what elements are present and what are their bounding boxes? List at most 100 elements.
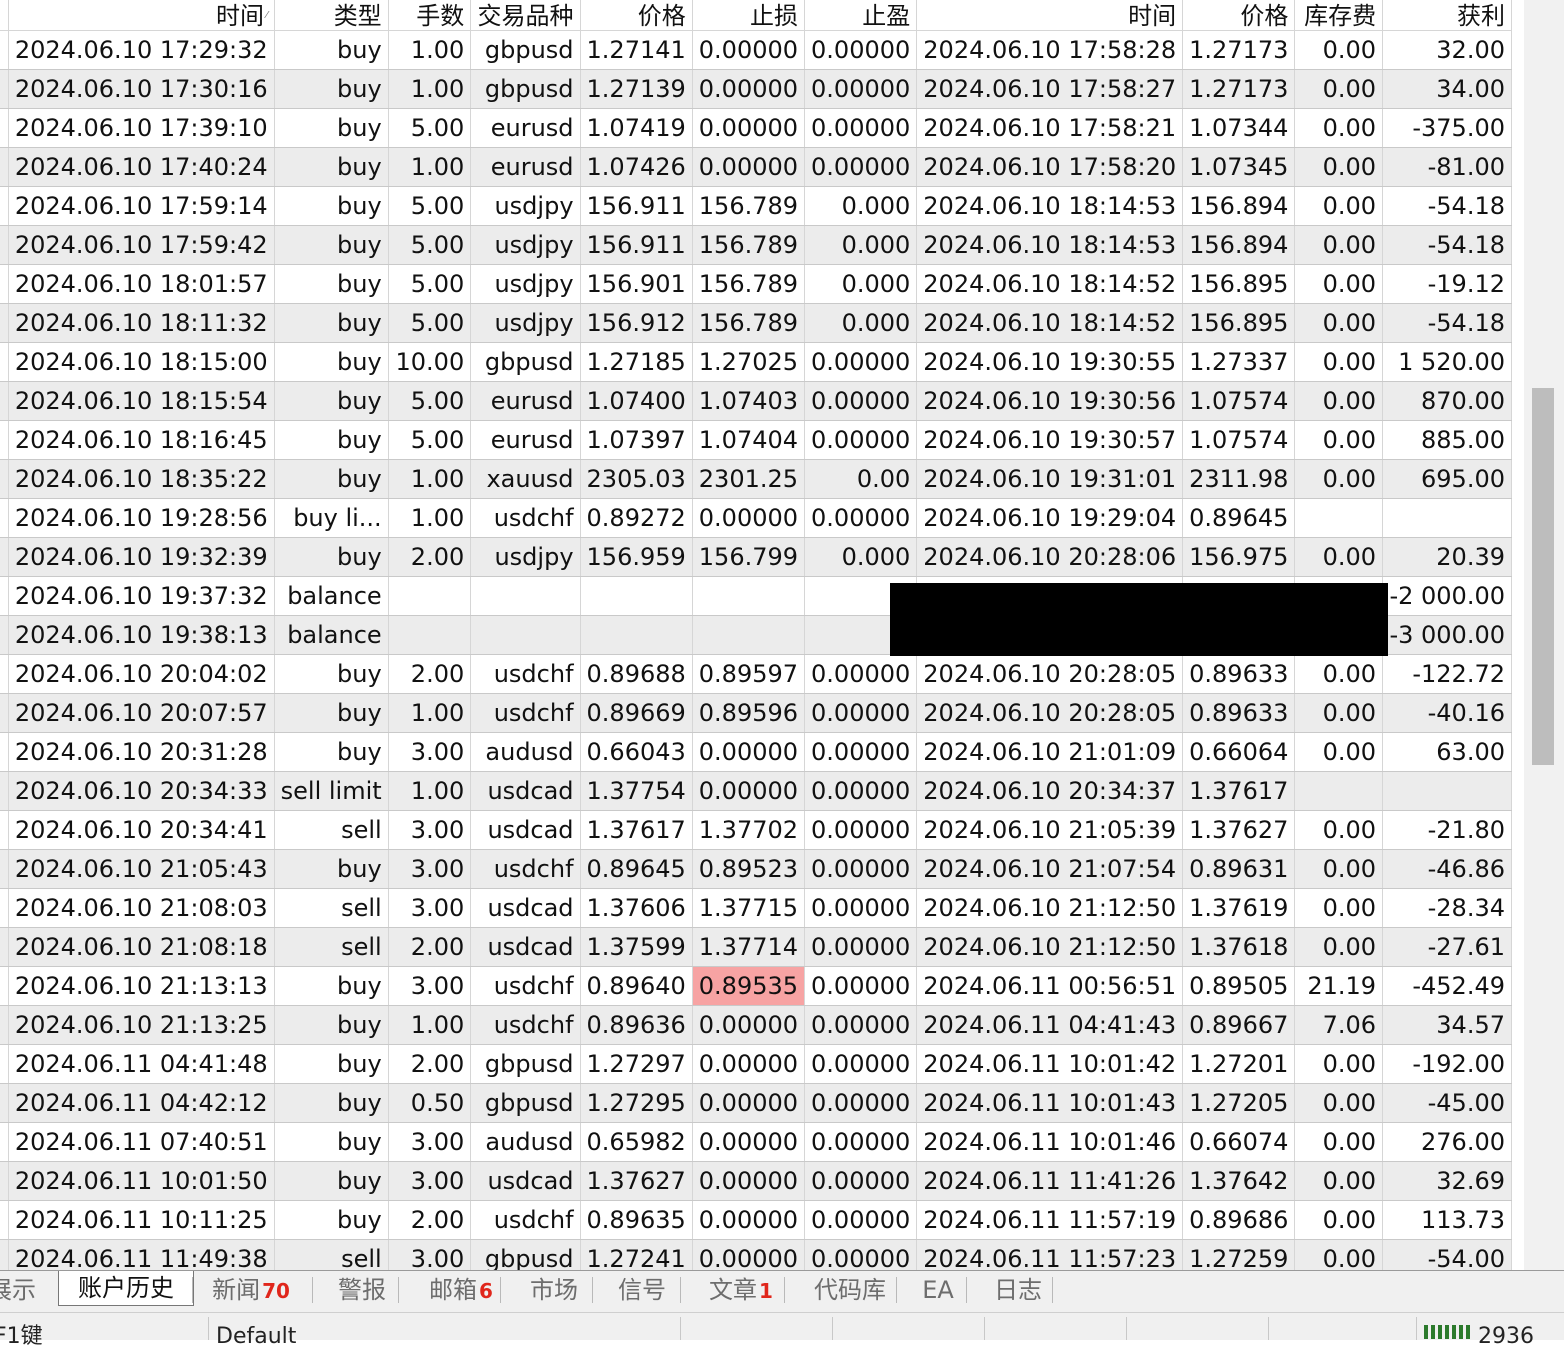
table-row[interactable]: .2024.06.10 20:04:02buy2.00usdchf0.89688…	[0, 654, 1512, 694]
tab-0[interactable]: 展示	[0, 1271, 38, 1309]
tab-6[interactable]: 信号	[610, 1271, 674, 1309]
cell-profit	[1382, 498, 1512, 538]
header-col-close-price[interactable]: 价格	[1182, 0, 1296, 31]
header-col-symbol[interactable]: 交易品种	[470, 0, 581, 31]
table-row[interactable]: .2024.06.10 17:40:24buy1.00eurusd1.07426…	[0, 147, 1512, 187]
cell-marker: .	[0, 1200, 9, 1240]
cell-open-time: 2024.06.11 04:42:12	[8, 1083, 275, 1123]
header-col-swap[interactable]: 库存费	[1294, 0, 1384, 31]
cell-marker: .	[0, 927, 9, 967]
cell-tp: 0.00000	[804, 69, 918, 109]
table-row[interactable]: .2024.06.10 21:05:43buy3.00usdchf0.89645…	[0, 849, 1512, 889]
cell-tp: 0.00000	[804, 420, 918, 460]
table-row[interactable]: .2024.06.11 10:11:25buy2.00usdchf0.89635…	[0, 1200, 1512, 1240]
tab-10[interactable]: 日志	[986, 1271, 1050, 1309]
cell-volume	[388, 576, 472, 616]
table-row[interactable]: .2024.06.10 17:59:42buy5.00usdjpy156.911…	[0, 225, 1512, 265]
cell-swap: 0.00	[1294, 1083, 1384, 1123]
tab-1[interactable]: 账户历史	[58, 1271, 194, 1306]
table-row[interactable]: .2024.06.10 18:15:00buy10.00gbpusd1.2718…	[0, 342, 1512, 382]
header-col-volume[interactable]: 手数	[388, 0, 472, 31]
tab-label: 警报	[338, 1276, 386, 1304]
table-row[interactable]: .2024.06.11 10:01:50buy3.00usdcad1.37627…	[0, 1161, 1512, 1201]
table-row[interactable]: .2024.06.10 18:15:54buy5.00eurusd1.07400…	[0, 381, 1512, 421]
cell-type: buy	[274, 420, 389, 460]
table-row[interactable]: .2024.06.11 04:41:48buy2.00gbpusd1.27297…	[0, 1044, 1512, 1084]
cell-symbol	[470, 615, 581, 655]
header-col-sl[interactable]: 止损	[692, 0, 806, 31]
table-row[interactable]: .2024.06.10 17:59:14buy5.00usdjpy156.911…	[0, 186, 1512, 226]
cell-open-price: 156.959	[580, 537, 693, 577]
table-row[interactable]: .2024.06.10 18:11:32buy5.00usdjpy156.912…	[0, 303, 1512, 343]
cell-tp: 0.00000	[804, 30, 918, 70]
cell-marker: .	[0, 186, 9, 226]
scrollbar-thumb[interactable]	[1532, 388, 1554, 765]
header-col-tp[interactable]: 止盈	[804, 0, 918, 31]
cell-close-price: 0.89686	[1182, 1200, 1296, 1240]
cell-open-time: 2024.06.11 10:11:25	[8, 1200, 275, 1240]
table-row[interactable]: .2024.06.10 17:39:10buy5.00eurusd1.07419…	[0, 108, 1512, 148]
tab-2[interactable]: 新闻 70	[196, 1271, 306, 1309]
cell-profit: 870.00	[1382, 381, 1512, 421]
vertical-scrollbar[interactable]	[1524, 0, 1564, 1270]
header-col-marker[interactable]	[0, 0, 9, 31]
tab-label: 展示	[0, 1276, 36, 1304]
header-col-open-price[interactable]: 价格	[580, 0, 693, 31]
tab-8[interactable]: 代码库	[804, 1271, 896, 1309]
table-row[interactable]: .2024.06.10 20:07:57buy1.00usdchf0.89669…	[0, 693, 1512, 733]
tab-5[interactable]: 市场	[522, 1271, 586, 1309]
cell-profit: -19.12	[1382, 264, 1512, 304]
cell-profit: -375.00	[1382, 108, 1512, 148]
table-row[interactable]: .2024.06.10 18:16:45buy5.00eurusd1.07397…	[0, 420, 1512, 460]
cell-close-price: 1.07574	[1182, 381, 1296, 421]
table-row[interactable]: .2024.06.10 20:34:33sell limit1.00usdcad…	[0, 771, 1512, 811]
table-row[interactable]: .2024.06.10 21:13:13buy3.00usdchf0.89640…	[0, 966, 1512, 1006]
table-row[interactable]: .2024.06.10 21:13:25buy1.00usdchf0.89636…	[0, 1005, 1512, 1045]
table-row[interactable]: .2024.06.11 11:49:38sell3.00gbpusd1.2724…	[0, 1239, 1512, 1270]
cell-close-price: 156.975	[1182, 537, 1296, 577]
header-col-open-time[interactable]: 时间 ⁄	[8, 0, 275, 31]
header-col-type[interactable]: 类型	[274, 0, 389, 31]
header-col-profit[interactable]: 获利	[1382, 0, 1512, 31]
cell-type: buy	[274, 1005, 389, 1045]
tab-label: 信号	[618, 1276, 666, 1304]
table-row[interactable]: .2024.06.11 07:40:51buy3.00audusd0.65982…	[0, 1122, 1512, 1162]
cell-type: sell	[274, 888, 389, 928]
column-header-row[interactable]: 时间 ⁄ 类型 手数 交易品种 价格 止损 止盈 时间 价格 库存费 获利	[0, 0, 1512, 31]
cell-marker: .	[0, 615, 9, 655]
cell-open-time: 2024.06.10 21:08:18	[8, 927, 275, 967]
table-row[interactable]: .2024.06.10 20:31:28buy3.00audusd0.66043…	[0, 732, 1512, 772]
cell-close-price: 1.07574	[1182, 420, 1296, 460]
cell-swap	[1294, 498, 1384, 538]
cell-volume: 3.00	[388, 966, 472, 1006]
cell-symbol: gbpusd	[470, 30, 581, 70]
cell-open-price: 1.37754	[580, 771, 693, 811]
table-row[interactable]: .2024.06.10 21:08:18sell2.00usdcad1.3759…	[0, 927, 1512, 967]
cell-tp: 0.00000	[804, 888, 918, 928]
tab-4[interactable]: 邮箱 6	[418, 1271, 504, 1309]
tab-9[interactable]: EA	[916, 1271, 960, 1309]
tab-7[interactable]: 文章 1	[698, 1271, 784, 1309]
cell-open-time: 2024.06.10 18:11:32	[8, 303, 275, 343]
cell-close-time: 2024.06.10 21:01:09	[916, 732, 1184, 772]
header-col-close-time[interactable]: 时间	[916, 0, 1184, 31]
table-row[interactable]: .2024.06.10 21:08:03sell3.00usdcad1.3760…	[0, 888, 1512, 928]
table-row[interactable]: .2024.06.11 04:42:12buy0.50gbpusd1.27295…	[0, 1083, 1512, 1123]
account-history-grid[interactable]: 时间⁄类型手数交易品种价格止损止盈时间价格库存费获利 .2024.06.10 1…	[0, 0, 1524, 1270]
table-row[interactable]: .2024.06.10 19:28:56buy li...1.00usdchf0…	[0, 498, 1512, 538]
table-row[interactable]: .2024.06.10 19:32:39buy2.00usdjpy156.959…	[0, 537, 1512, 577]
table-row[interactable]: .2024.06.10 17:29:32buy1.00gbpusd1.27141…	[0, 30, 1512, 70]
cell-open-price: 2305.03	[580, 459, 693, 499]
status-divider	[1268, 1317, 1269, 1340]
cell-marker: .	[0, 654, 9, 694]
table-row[interactable]: .2024.06.10 17:30:16buy1.00gbpusd1.27139…	[0, 69, 1512, 109]
cell-profit: 34.00	[1382, 69, 1512, 109]
cell-open-price: 1.37617	[580, 810, 693, 850]
cell-swap: 0.00	[1294, 732, 1384, 772]
table-row[interactable]: .2024.06.10 18:01:57buy5.00usdjpy156.901…	[0, 264, 1512, 304]
cell-type: buy	[274, 381, 389, 421]
table-row[interactable]: .2024.06.10 18:35:22buy1.00xauusd2305.03…	[0, 459, 1512, 499]
cell-close-time: 2024.06.11 11:41:26	[916, 1161, 1184, 1201]
tab-3[interactable]: 警报	[330, 1271, 394, 1309]
table-row[interactable]: .2024.06.10 20:34:41sell3.00usdcad1.3761…	[0, 810, 1512, 850]
